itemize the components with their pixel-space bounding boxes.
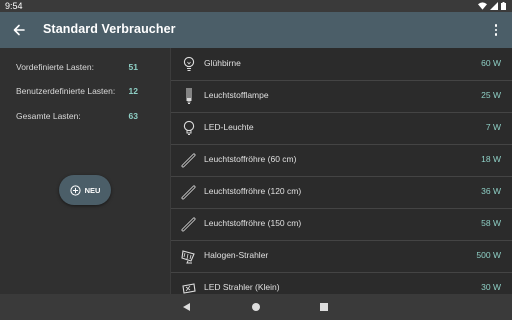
list-item[interactable]: Glühbirne 60 W bbox=[171, 48, 512, 81]
list-item[interactable]: Leuchtstoffröhre (150 cm) 58 W bbox=[171, 208, 512, 241]
back-button[interactable] bbox=[10, 21, 28, 39]
battery-icon bbox=[501, 2, 506, 10]
list-item[interactable]: LED Strahler (Klein) 30 W bbox=[171, 272, 512, 294]
item-label: Leuchtstoffröhre (150 cm) bbox=[204, 218, 302, 228]
wifi-icon bbox=[478, 2, 487, 10]
item-label: Glühbirne bbox=[204, 58, 241, 68]
item-watt: 18 W bbox=[481, 154, 501, 164]
item-label: LED-Leuchte bbox=[204, 122, 254, 132]
item-label: LED Strahler (Klein) bbox=[204, 282, 280, 292]
more-vert-dot bbox=[494, 33, 498, 36]
summary-panel: Vordefinierte Lasten: 51 Benutzerdefinie… bbox=[0, 48, 170, 294]
nav-recents-button[interactable] bbox=[317, 300, 331, 314]
floodlight-icon bbox=[181, 280, 197, 294]
floodlight-icon bbox=[181, 248, 197, 264]
square-recents-icon bbox=[320, 303, 328, 311]
nav-back-button[interactable] bbox=[180, 300, 194, 314]
overflow-menu-button[interactable] bbox=[490, 22, 502, 38]
item-watt: 500 W bbox=[476, 250, 501, 260]
stat-value: 51 bbox=[128, 62, 138, 72]
list-item[interactable]: Leuchtstoffröhre (60 cm) 18 W bbox=[171, 144, 512, 177]
system-nav-bar bbox=[0, 294, 512, 320]
status-bar: 9:54 bbox=[0, 0, 512, 12]
led-bulb-icon bbox=[181, 120, 197, 136]
status-time: 9:54 bbox=[5, 1, 23, 11]
tube-icon bbox=[181, 152, 197, 168]
new-load-button[interactable]: NEU bbox=[59, 175, 111, 205]
stat-label: Vordefinierte Lasten: bbox=[16, 62, 94, 72]
item-label: Leuchtstoffröhre (120 cm) bbox=[204, 186, 302, 196]
page-title: Standard Verbraucher bbox=[43, 22, 176, 36]
arrow-back-icon bbox=[13, 24, 25, 36]
signal-icon bbox=[490, 2, 498, 10]
list-item[interactable]: Leuchtstoffröhre (120 cm) 36 W bbox=[171, 176, 512, 209]
status-icons bbox=[478, 2, 506, 10]
tube-icon bbox=[181, 184, 197, 200]
app-bar: Standard Verbraucher bbox=[0, 12, 512, 48]
item-watt: 7 W bbox=[485, 122, 501, 132]
item-watt: 30 W bbox=[481, 282, 501, 292]
stat-value: 63 bbox=[128, 111, 138, 121]
cfl-icon bbox=[181, 88, 197, 104]
item-label: Halogen-Strahler bbox=[204, 250, 269, 260]
plus-circle-icon bbox=[69, 184, 81, 196]
triangle-back-icon bbox=[183, 303, 190, 311]
item-label: Leuchtstoffröhre (60 cm) bbox=[204, 154, 297, 164]
item-watt: 58 W bbox=[481, 218, 501, 228]
list-item[interactable]: Halogen-Strahler 500 W bbox=[171, 240, 512, 273]
item-label: Leuchtstofflampe bbox=[204, 90, 269, 100]
load-list: Glühbirne 60 W Leuchtstofflampe 25 W LED… bbox=[170, 48, 512, 294]
stat-label: Gesamte Lasten: bbox=[16, 111, 81, 121]
more-vert-dot bbox=[494, 28, 498, 32]
list-item[interactable]: Leuchtstofflampe 25 W bbox=[171, 80, 512, 113]
stat-custom: Benutzerdefinierte Lasten: 12 bbox=[16, 86, 138, 96]
stat-predefined: Vordefinierte Lasten: 51 bbox=[16, 62, 138, 72]
list-item[interactable]: LED-Leuchte 7 W bbox=[171, 112, 512, 145]
item-watt: 25 W bbox=[481, 90, 501, 100]
circle-home-icon bbox=[252, 303, 260, 311]
stat-value: 12 bbox=[128, 86, 138, 96]
stat-label: Benutzerdefinierte Lasten: bbox=[16, 86, 116, 96]
item-watt: 60 W bbox=[481, 58, 501, 68]
bulb-icon bbox=[181, 56, 197, 72]
item-watt: 36 W bbox=[481, 186, 501, 196]
new-button-label: NEU bbox=[84, 185, 101, 195]
tube-icon bbox=[181, 216, 197, 232]
stat-total: Gesamte Lasten: 63 bbox=[16, 111, 138, 121]
more-vert-icon bbox=[494, 24, 498, 27]
nav-home-button[interactable] bbox=[249, 300, 263, 314]
